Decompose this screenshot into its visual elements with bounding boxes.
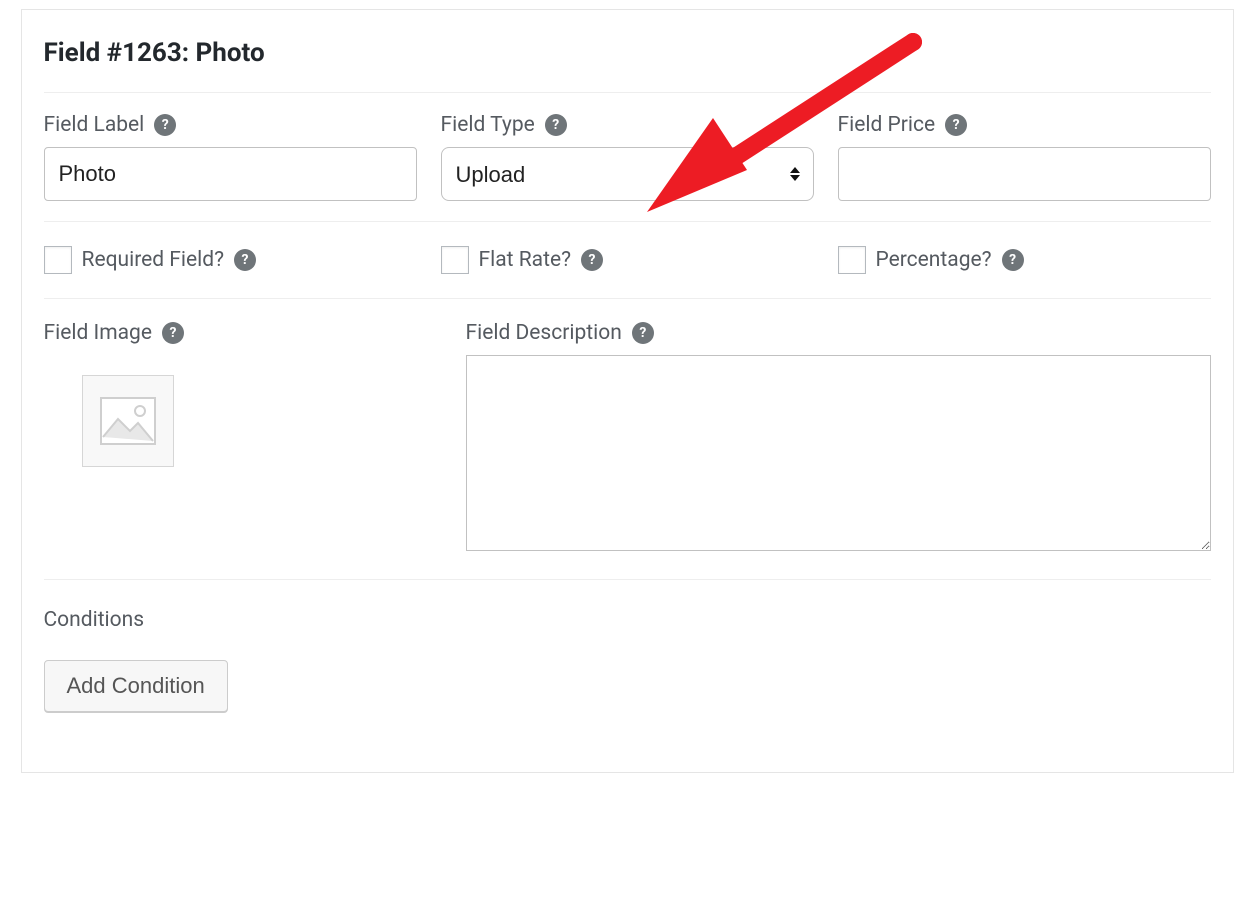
required-field-text: Required Field? (82, 248, 225, 272)
field-price-label: Field Price (838, 113, 936, 137)
section-conditions: Conditions Add Condition (44, 579, 1211, 732)
help-icon[interactable]: ? (234, 249, 256, 271)
field-price-input[interactable] (838, 147, 1211, 201)
field-type-label: Field Type (441, 113, 535, 137)
help-icon[interactable]: ? (945, 114, 967, 136)
help-icon[interactable]: ? (154, 114, 176, 136)
field-label-label: Field Label (44, 113, 145, 137)
help-icon[interactable]: ? (581, 249, 603, 271)
help-icon[interactable]: ? (545, 114, 567, 136)
help-icon[interactable]: ? (1002, 249, 1024, 271)
field-image-block: Field Image ? (44, 321, 442, 555)
field-image-placeholder[interactable] (82, 375, 174, 467)
help-icon[interactable]: ? (162, 322, 184, 344)
image-placeholder-icon (100, 397, 156, 445)
field-title: Field #1263: Photo (44, 38, 1211, 68)
help-icon[interactable]: ? (632, 322, 654, 344)
conditions-label: Conditions (44, 608, 1211, 632)
field-type-select[interactable]: Upload (441, 147, 814, 201)
percentage-checkbox[interactable] (838, 246, 866, 274)
field-label-input[interactable] (44, 147, 417, 201)
field-description-textarea[interactable] (466, 355, 1211, 551)
percentage-text: Percentage? (876, 248, 992, 272)
field-description-block: Field Description ? (466, 321, 1211, 555)
section-basic: Field Label ? Field Type ? Upload (44, 92, 1211, 221)
flat-rate-label[interactable]: Flat Rate? ? (441, 246, 814, 274)
add-condition-button[interactable]: Add Condition (44, 660, 228, 712)
field-editor-panel: Field #1263: Photo Field Label ? Field T… (21, 9, 1234, 773)
percentage-label[interactable]: Percentage? ? (838, 246, 1211, 274)
section-image-desc: Field Image ? Field Description ? (44, 298, 1211, 579)
field-label-block: Field Label ? (44, 113, 417, 201)
field-description-label: Field Description (466, 321, 622, 345)
field-image-label: Field Image (44, 321, 153, 345)
required-field-label[interactable]: Required Field? ? (44, 246, 417, 274)
field-price-block: Field Price ? (838, 113, 1211, 201)
flat-rate-checkbox[interactable] (441, 246, 469, 274)
field-type-block: Field Type ? Upload (441, 113, 814, 201)
flat-rate-text: Flat Rate? (479, 248, 572, 272)
section-checkboxes: Required Field? ? Flat Rate? ? Percentag… (44, 221, 1211, 298)
required-field-checkbox[interactable] (44, 246, 72, 274)
